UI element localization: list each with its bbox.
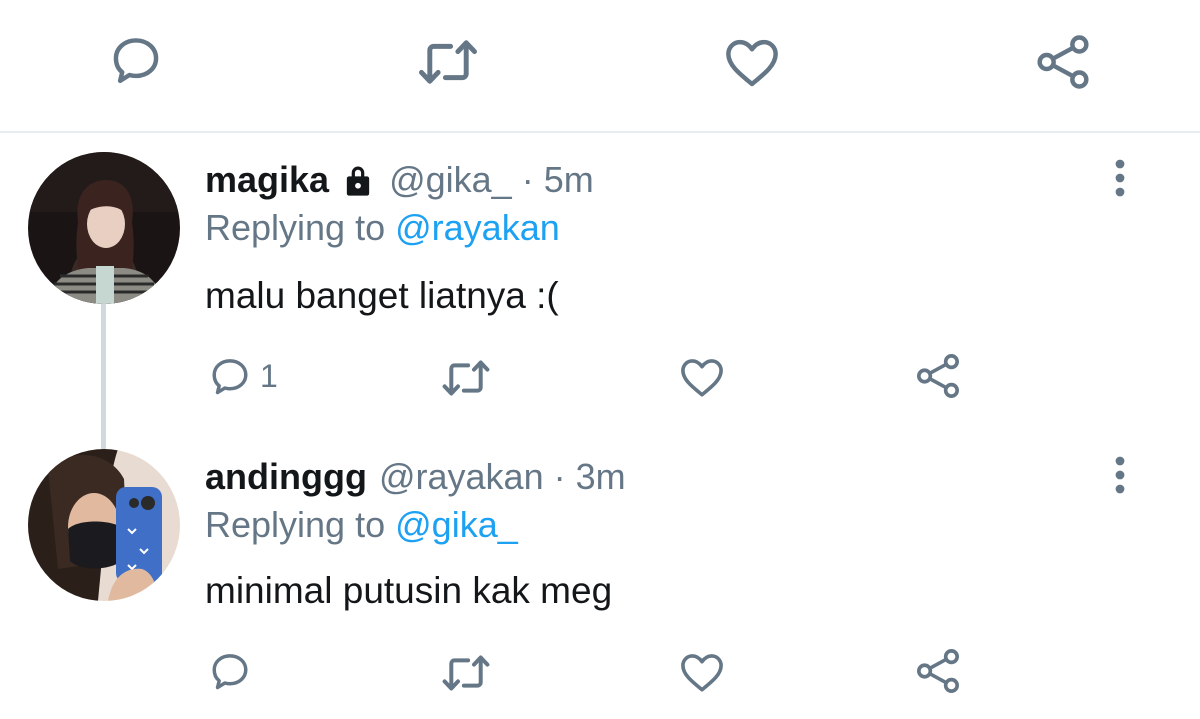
- user-handle[interactable]: @gika_: [389, 158, 512, 202]
- tweet-header: magika @gika_ · 5m: [205, 158, 594, 202]
- tweet-text: malu banget liatnya :(: [205, 275, 559, 316]
- retweet-icon[interactable]: [440, 652, 492, 694]
- share-icon[interactable]: [914, 353, 962, 399]
- avatar[interactable]: [28, 152, 180, 304]
- user-handle[interactable]: @rayakan: [379, 455, 544, 499]
- reply-icon[interactable]: [207, 650, 253, 694]
- reply-icon[interactable]: [108, 33, 164, 89]
- share-icon[interactable]: [1034, 34, 1092, 90]
- replying-to-line: Replying to @gika_: [205, 503, 518, 547]
- reply-icon[interactable]: [207, 355, 253, 399]
- like-icon[interactable]: [678, 651, 726, 693]
- thread-connector-line: [101, 302, 106, 450]
- divider: [0, 131, 1200, 133]
- separator-dot: ·: [553, 456, 566, 497]
- mention-link[interactable]: @gika_: [395, 504, 518, 545]
- more-vertical-icon[interactable]: [1110, 455, 1130, 495]
- lock-icon: [339, 162, 377, 198]
- mention-link[interactable]: @rayakan: [395, 207, 560, 248]
- display-name[interactable]: magika: [205, 158, 329, 202]
- display-name[interactable]: andinggg: [205, 455, 367, 499]
- replying-to-label: Replying to: [205, 207, 386, 248]
- timestamp[interactable]: 3m: [576, 455, 626, 499]
- replying-to-line: Replying to @rayakan: [205, 206, 560, 250]
- like-icon[interactable]: [723, 36, 781, 88]
- retweet-icon[interactable]: [416, 36, 480, 88]
- parent-tweet-action-bar: [0, 0, 1200, 132]
- like-icon[interactable]: [678, 356, 726, 398]
- tweet-header: andinggg @rayakan · 3m: [205, 455, 626, 499]
- reply-count: 1: [260, 358, 278, 394]
- tweet-text: minimal putusin kak meg: [205, 570, 613, 611]
- separator-dot: ·: [521, 159, 534, 200]
- timestamp[interactable]: 5m: [544, 158, 594, 202]
- replying-to-label: Replying to: [205, 504, 386, 545]
- avatar[interactable]: [28, 449, 180, 601]
- more-vertical-icon[interactable]: [1110, 158, 1130, 198]
- retweet-icon[interactable]: [440, 357, 492, 399]
- share-icon[interactable]: [914, 648, 962, 694]
